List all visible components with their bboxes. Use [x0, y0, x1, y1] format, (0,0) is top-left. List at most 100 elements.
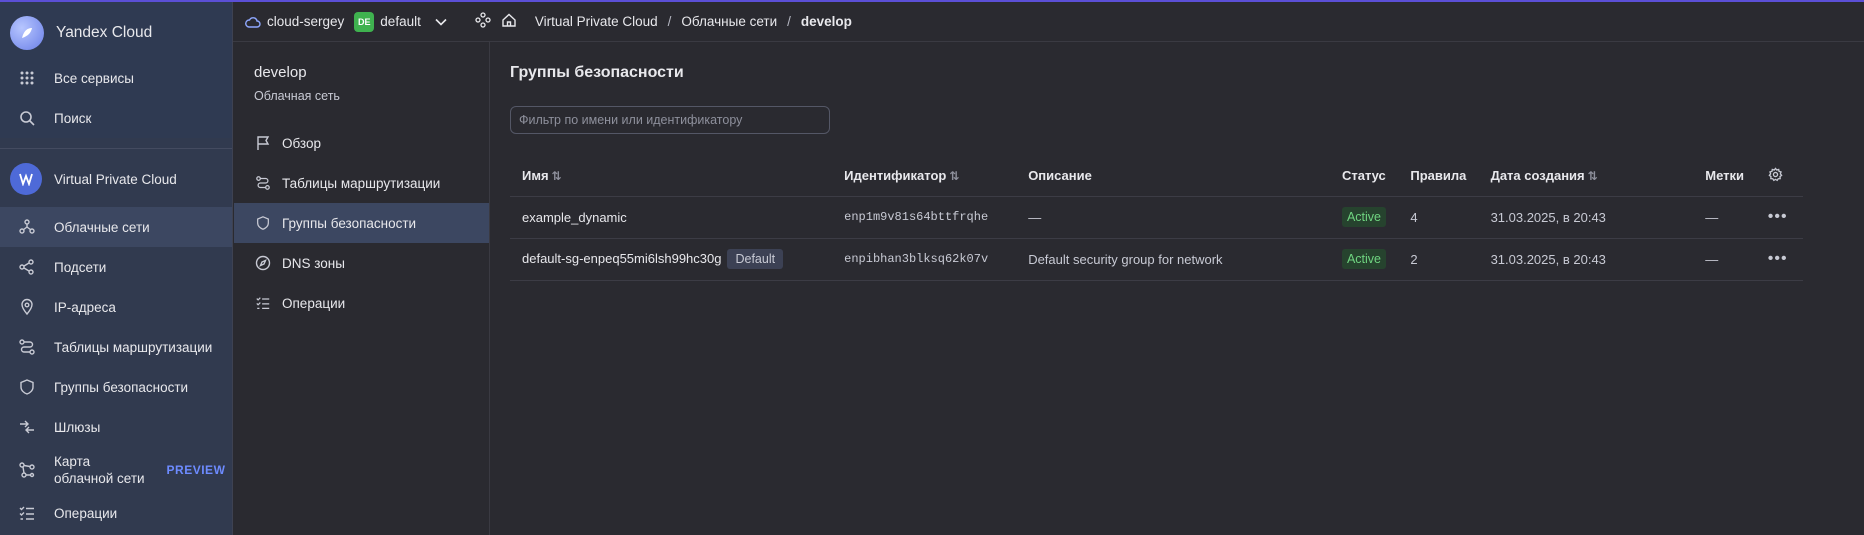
- sidebar-item-security-groups[interactable]: Группы безопасности: [0, 367, 232, 407]
- column-header-label: Имя: [522, 168, 549, 184]
- operations-list-icon: [254, 294, 272, 312]
- cell-labels: —: [1693, 238, 1756, 281]
- grid-icon: [16, 67, 38, 89]
- compass-icon: [254, 254, 272, 272]
- tab-route-tables[interactable]: Таблицы маршрутизации: [234, 163, 489, 203]
- brand-title: Yandex Cloud: [56, 24, 153, 41]
- sidebar-item-route-tables[interactable]: Таблицы маршрутизации: [0, 327, 232, 367]
- column-header-status: Статус: [1329, 156, 1399, 197]
- column-header-rules: Правила: [1398, 156, 1479, 197]
- brand[interactable]: Yandex Cloud: [0, 2, 232, 58]
- column-header-label: Дата создания: [1490, 168, 1585, 184]
- cloud-name: cloud-sergey: [267, 14, 345, 29]
- network-title: develop: [254, 64, 307, 81]
- security-group-name[interactable]: example_dynamic: [522, 210, 627, 225]
- all-services-label: Все сервисы: [54, 70, 134, 86]
- service-title: Virtual Private Cloud: [54, 171, 177, 187]
- cell-created: 31.03.2025, в 20:43: [1478, 196, 1694, 239]
- shield-icon: [16, 376, 38, 398]
- nav-divider: [0, 148, 232, 149]
- subnets-icon: [16, 256, 38, 278]
- network-subnav: develop Облачная сеть Обзор Таблицы марш…: [234, 42, 490, 535]
- column-header-description: Описание: [1016, 156, 1330, 197]
- sort-icon[interactable]: ⇅: [949, 169, 959, 183]
- cell-created: 31.03.2025, в 20:43: [1478, 238, 1694, 281]
- cell-description: —: [1016, 196, 1330, 239]
- all-services-button[interactable]: Все сервисы: [0, 58, 232, 98]
- folder-selector[interactable]: default: [380, 14, 421, 29]
- breadcrumb: Virtual Private Cloud / Облачные сети / …: [535, 14, 852, 29]
- top-header: cloud-sergey DE default Virtual Private …: [233, 2, 1864, 42]
- network-map-label-line2: облачной сети: [54, 471, 145, 486]
- sidebar-item-gateways[interactable]: Шлюзы: [0, 407, 232, 447]
- service-header[interactable]: Virtual Private Cloud: [0, 155, 232, 203]
- vpc-service-icon: [10, 163, 42, 195]
- tab-security-groups[interactable]: Группы безопасности: [234, 203, 489, 243]
- sidebar-item-label: Операции: [54, 505, 118, 521]
- more-actions-icon[interactable]: •••: [1768, 208, 1788, 225]
- sidebar-item-network-map[interactable]: Карта облачной сети PREVIEW: [0, 447, 232, 493]
- column-header-name[interactable]: Имя ⇅: [510, 156, 833, 197]
- tab-dns-zones[interactable]: DNS зоны: [234, 243, 489, 283]
- chevron-down-icon[interactable]: [435, 14, 447, 29]
- sidebar-item-subnets[interactable]: Подсети: [0, 247, 232, 287]
- more-actions-icon[interactable]: •••: [1768, 250, 1788, 267]
- column-header-labels: Метки: [1693, 156, 1756, 197]
- cell-labels: —: [1693, 196, 1756, 239]
- sidebar-item-label: IP-адреса: [54, 299, 116, 315]
- sidebar-item-cloud-networks[interactable]: Облачные сети: [0, 207, 232, 247]
- column-header-created[interactable]: Дата создания ⇅: [1478, 156, 1694, 197]
- search-button[interactable]: Поиск: [0, 98, 232, 138]
- column-settings[interactable]: [1755, 156, 1803, 197]
- location-pin-icon: [16, 296, 38, 318]
- subnav-list: Обзор Таблицы маршрутизации Группы безоп…: [234, 123, 489, 323]
- sidebar-item-label: Облачные сети: [54, 219, 150, 235]
- cell-name[interactable]: default-sg-enpeq55mi6lsh99hc30g Default: [510, 238, 833, 281]
- cell-status: Active: [1329, 238, 1399, 281]
- breadcrumb-separator: /: [667, 14, 672, 29]
- filter-input[interactable]: [510, 106, 830, 134]
- breadcrumb-cloud-networks[interactable]: Облачные сети: [681, 14, 777, 29]
- subnav-item-label: Обзор: [282, 135, 321, 151]
- cell-actions: •••: [1755, 238, 1803, 281]
- nav-top: Yandex Cloud Все сервисы Поиск: [0, 2, 232, 138]
- folder-badge: DE: [354, 11, 375, 32]
- sidebar-item-ip-addresses[interactable]: IP-адреса: [0, 287, 232, 327]
- table-header-row: Имя ⇅ Идентификатор ⇅ Описание Статус Прав…: [510, 156, 1803, 197]
- breadcrumb-current: develop: [800, 14, 852, 29]
- table-row[interactable]: default-sg-enpeq55mi6lsh99hc30g Default e…: [510, 238, 1803, 281]
- network-subtitle: Облачная сеть: [254, 89, 340, 103]
- cell-status: Active: [1329, 196, 1399, 239]
- route-icon: [16, 336, 38, 358]
- security-group-name[interactable]: default-sg-enpeq55mi6lsh99hc30g: [522, 251, 721, 266]
- cell-actions: •••: [1755, 196, 1803, 239]
- preview-badge: PREVIEW: [166, 463, 226, 477]
- left-nav: Yandex Cloud Все сервисы Поиск Virtual P…: [0, 2, 233, 535]
- cell-name[interactable]: example_dynamic: [510, 196, 833, 239]
- yandex-cloud-logo-icon: [10, 16, 44, 50]
- sidebar-item-label: Таблицы маршрутизации: [54, 339, 213, 355]
- search-label: Поиск: [54, 110, 92, 126]
- network-topology-icon[interactable]: [475, 12, 491, 31]
- cell-description: Default security group for network: [1016, 238, 1330, 281]
- gear-icon[interactable]: [1768, 167, 1783, 185]
- cloud-icon: [245, 16, 261, 28]
- network-map-label-line1: Карта: [54, 454, 91, 469]
- cell-rules: 2: [1398, 238, 1479, 281]
- cloud-selector[interactable]: cloud-sergey: [245, 14, 344, 29]
- breadcrumb-vpc[interactable]: Virtual Private Cloud: [535, 14, 658, 29]
- cell-id: enpibhan3blksq62k07v: [832, 238, 1017, 281]
- page-title: Группы безопасности: [510, 64, 684, 81]
- network-map-icon: [16, 459, 38, 481]
- column-header-id[interactable]: Идентификатор ⇅: [832, 156, 1017, 197]
- column-header-label: Идентификатор: [844, 168, 947, 184]
- sort-icon[interactable]: ⇅: [552, 169, 562, 183]
- home-icon[interactable]: [501, 12, 517, 31]
- route-icon: [254, 174, 272, 192]
- tab-overview[interactable]: Обзор: [234, 123, 489, 163]
- sidebar-item-operations[interactable]: Операции: [0, 493, 232, 533]
- sort-icon[interactable]: ⇅: [1588, 169, 1598, 183]
- network-map-label: Карта облачной сети: [54, 453, 145, 487]
- tab-operations[interactable]: Операции: [234, 283, 489, 323]
- table-row[interactable]: example_dynamic enp1m9v81s64bttfrqhe — A…: [510, 196, 1803, 239]
